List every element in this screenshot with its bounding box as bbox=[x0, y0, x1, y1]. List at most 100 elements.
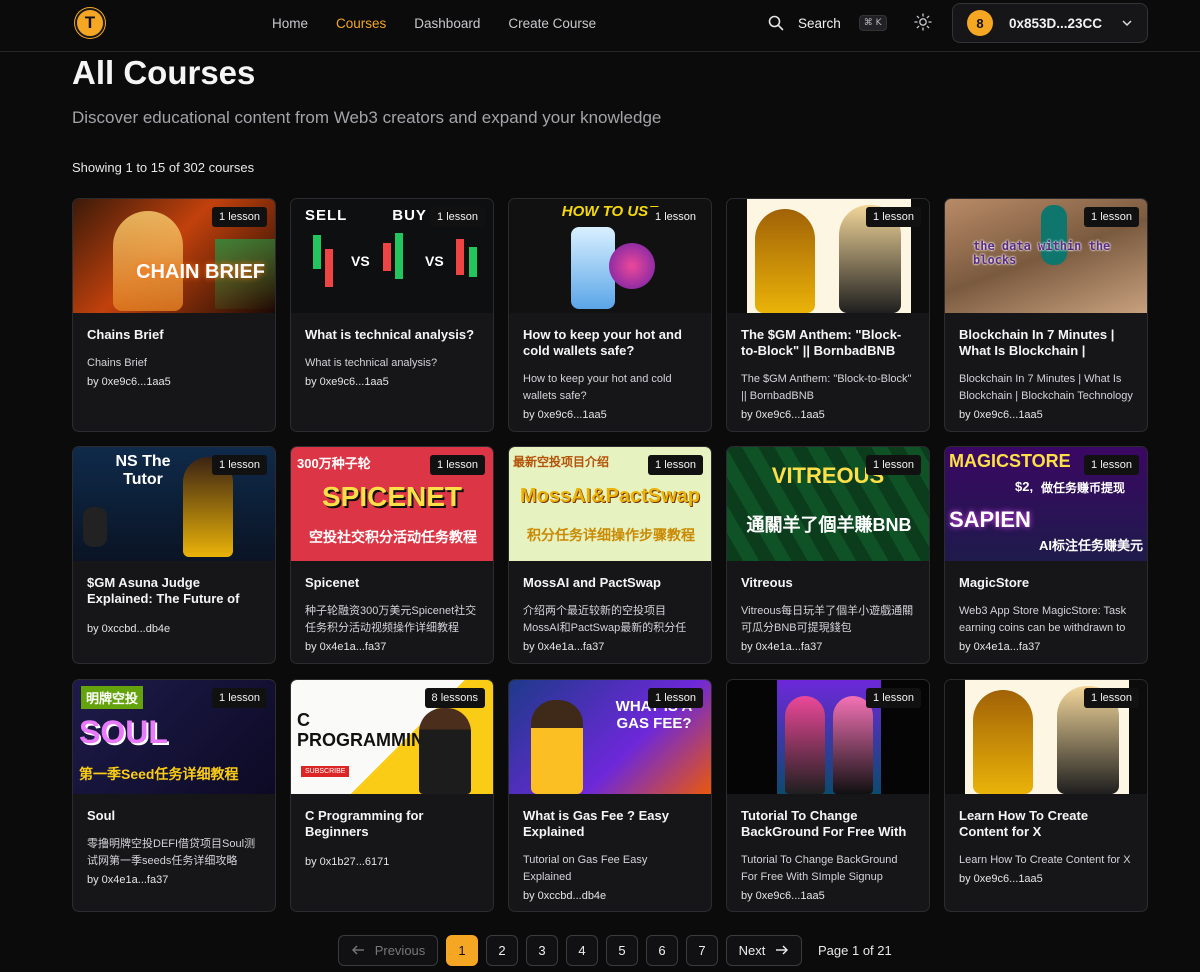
course-author[interactable]: by 0x4e1a...fa37 bbox=[741, 641, 915, 653]
course-card[interactable]: 最新空投项目介绍 MossAI&PactSwap 积分任务详细操作步骤教程 1 … bbox=[508, 446, 712, 664]
lesson-count-badge: 8 lessons bbox=[424, 688, 485, 708]
thumbnail-text: NS The Tutor bbox=[115, 453, 171, 488]
course-thumbnail: CHAIN BRIEF 1 lesson bbox=[73, 199, 275, 313]
course-author[interactable]: by 0xe9c6...1aa5 bbox=[741, 409, 915, 421]
theme-toggle-sun-icon[interactable] bbox=[913, 12, 933, 32]
course-author[interactable]: by 0x4e1a...fa37 bbox=[305, 641, 479, 653]
logo[interactable]: T bbox=[75, 8, 105, 38]
course-author[interactable]: by 0xe9c6...1aa5 bbox=[523, 409, 697, 421]
chevron-down-icon bbox=[1122, 20, 1132, 27]
nav-dashboard[interactable]: Dashboard bbox=[400, 16, 494, 31]
course-card[interactable]: CHAIN BRIEF 1 lesson Chains Brief Chains… bbox=[72, 198, 276, 432]
page-subtitle: Discover educational content from Web3 c… bbox=[72, 108, 662, 127]
course-title: MagicStore bbox=[959, 575, 1030, 590]
course-card[interactable]: 1 lesson Learn How To Create Content for… bbox=[944, 679, 1148, 912]
course-thumbnail: NS The Tutor 1 lesson bbox=[73, 447, 275, 561]
course-thumbnail: 1 lesson bbox=[727, 680, 929, 794]
arrow-right-icon bbox=[776, 945, 789, 955]
course-card[interactable]: 1 lesson Tutorial To Change BackGround F… bbox=[726, 679, 930, 912]
thumbnail-text: the data within the blocks bbox=[973, 239, 1111, 267]
nav-home[interactable]: Home bbox=[258, 16, 322, 31]
page-button-1[interactable]: 1 bbox=[446, 934, 478, 966]
search-icon bbox=[768, 15, 784, 31]
next-page-button[interactable]: Next bbox=[726, 934, 802, 966]
course-title: The $GM Anthem: "Block-to-Block" || Born… bbox=[741, 327, 902, 358]
course-thumbnail: WHAT IS A GAS FEE? 1 lesson bbox=[509, 680, 711, 794]
course-author[interactable]: by 0xe9c6...1aa5 bbox=[741, 890, 915, 902]
nav-courses[interactable]: Courses bbox=[322, 16, 400, 31]
course-thumbnail: HOW TO USE 1 lesson bbox=[509, 199, 711, 313]
lesson-count-badge: 1 lesson bbox=[430, 207, 485, 227]
course-card[interactable]: the data within the blocks 1 lesson Bloc… bbox=[944, 198, 1148, 432]
course-card[interactable]: MAGICSTORE $2, 做任务赚币提现 SAPIEN AI标注任务赚美元 … bbox=[944, 446, 1148, 664]
previous-page-button[interactable]: Previous bbox=[338, 934, 438, 966]
pagination: Previous 1 2 3 4 5 6 7 Next Page 1 of 21 bbox=[338, 934, 892, 966]
course-author[interactable]: by 0xe9c6...1aa5 bbox=[87, 376, 261, 388]
course-title: MossAI and PactSwap bbox=[523, 575, 661, 590]
lesson-count-badge: 1 lesson bbox=[1084, 207, 1139, 227]
page-button-3[interactable]: 3 bbox=[526, 934, 558, 966]
page-info: Page 1 of 21 bbox=[818, 942, 892, 958]
thumbnail-text: SOUL bbox=[79, 714, 168, 750]
wallet-address: 0x853D...23CC bbox=[1009, 15, 1103, 31]
wallet-account-button[interactable]: 8 0x853D...23CC bbox=[952, 3, 1148, 43]
course-title: Learn How To Create Content for X bbox=[959, 808, 1089, 839]
course-card[interactable]: 1 lesson The $GM Anthem: "Block-to-Block… bbox=[726, 198, 930, 432]
page-button-6[interactable]: 6 bbox=[646, 934, 678, 966]
thumbnail-text: C PROGRAMMING bbox=[297, 710, 438, 750]
lesson-count-badge: 1 lesson bbox=[866, 455, 921, 475]
course-author[interactable]: by 0xccbd...db4e bbox=[87, 623, 261, 635]
course-author[interactable]: by 0x4e1a...fa37 bbox=[523, 641, 697, 653]
page-title: All Courses bbox=[72, 54, 256, 91]
page-button-2[interactable]: 2 bbox=[486, 934, 518, 966]
main-nav: Home Courses Dashboard Create Course bbox=[258, 0, 610, 46]
course-card[interactable]: C PROGRAMMING SUBSCRIBE 8 lessons C Prog… bbox=[290, 679, 494, 912]
search-button[interactable]: Search ⌘ K bbox=[768, 12, 887, 34]
course-author[interactable]: by 0x4e1a...fa37 bbox=[959, 641, 1133, 653]
course-card[interactable]: WHAT IS A GAS FEE? 1 lesson What is Gas … bbox=[508, 679, 712, 912]
course-title: Tutorial To Change BackGround For Free W… bbox=[741, 808, 907, 839]
course-description: Vitreous每日玩羊了個羊小遊戲通關可瓜分BNB可提現錢包 bbox=[741, 605, 914, 634]
lesson-count-badge: 1 lesson bbox=[866, 207, 921, 227]
course-thumbnail: 300万种子轮 SPICENET 空投社交积分活动任务教程 1 lesson bbox=[291, 447, 493, 561]
course-description: Chains Brief bbox=[87, 357, 147, 369]
course-author[interactable]: by 0x4e1a...fa37 bbox=[87, 874, 261, 886]
page-button-4[interactable]: 4 bbox=[566, 934, 598, 966]
course-description: What is technical analysis? bbox=[305, 357, 438, 369]
course-author[interactable]: by 0xe9c6...1aa5 bbox=[959, 409, 1133, 421]
course-title: What is technical analysis? bbox=[305, 327, 475, 342]
course-thumbnail: SELL BUY VS VS 1 lesson bbox=[291, 199, 493, 313]
course-title: How to keep your hot and cold wallets sa… bbox=[523, 327, 682, 358]
course-card[interactable]: VITREOUS 通關羊了個羊賺BNB 1 lesson Vitreous Vi… bbox=[726, 446, 930, 664]
lesson-count-badge: 1 lesson bbox=[648, 688, 703, 708]
course-description: 种子轮融资300万美元Spicenet社交任务积分活动视频操作详细教程 bbox=[305, 605, 477, 634]
course-author[interactable]: by 0xe9c6...1aa5 bbox=[959, 873, 1133, 885]
course-thumbnail: 明牌空投 SOUL 第一季Seed任务详细教程 1 lesson bbox=[73, 680, 275, 794]
top-navigation-bar: T Home Courses Dashboard Create Course S… bbox=[0, 0, 1200, 52]
course-card[interactable]: 300万种子轮 SPICENET 空投社交积分活动任务教程 1 lesson S… bbox=[290, 446, 494, 664]
course-thumbnail: C PROGRAMMING SUBSCRIBE 8 lessons bbox=[291, 680, 493, 794]
wallet-badge: 8 bbox=[967, 10, 993, 36]
course-description: How to keep your hot and cold wallets sa… bbox=[523, 373, 672, 402]
nav-create-course[interactable]: Create Course bbox=[494, 16, 610, 31]
page-button-7[interactable]: 7 bbox=[686, 934, 718, 966]
course-card[interactable]: NS The Tutor 1 lesson $GM Asuna Judge Ex… bbox=[72, 446, 276, 664]
course-description: Tutorial To Change BackGround For Free W… bbox=[741, 854, 898, 883]
thumbnail-text: SELL BUY bbox=[305, 207, 427, 224]
search-label: Search bbox=[798, 15, 841, 31]
course-title: Soul bbox=[87, 808, 116, 823]
lesson-count-badge: 1 lesson bbox=[430, 455, 485, 475]
course-author[interactable]: by 0x1b27...6171 bbox=[305, 856, 479, 868]
page-button-5[interactable]: 5 bbox=[606, 934, 638, 966]
course-card[interactable]: SELL BUY VS VS 1 lesson What is technica… bbox=[290, 198, 494, 432]
lesson-count-badge: 1 lesson bbox=[1084, 688, 1139, 708]
course-title: C Programming for Beginners bbox=[305, 808, 424, 839]
course-description: Tutorial on Gas Fee Easy Explained bbox=[523, 854, 648, 883]
course-card[interactable]: 明牌空投 SOUL 第一季Seed任务详细教程 1 lesson Soul 零撸… bbox=[72, 679, 276, 912]
course-title: $GM Asuna Judge Explained: The Future of… bbox=[87, 575, 240, 606]
course-card[interactable]: HOW TO USE 1 lesson How to keep your hot… bbox=[508, 198, 712, 432]
lesson-count-badge: 1 lesson bbox=[212, 688, 267, 708]
course-author[interactable]: by 0xe9c6...1aa5 bbox=[305, 376, 479, 388]
course-thumbnail: the data within the blocks 1 lesson bbox=[945, 199, 1147, 313]
course-author[interactable]: by 0xccbd...db4e bbox=[523, 890, 697, 902]
